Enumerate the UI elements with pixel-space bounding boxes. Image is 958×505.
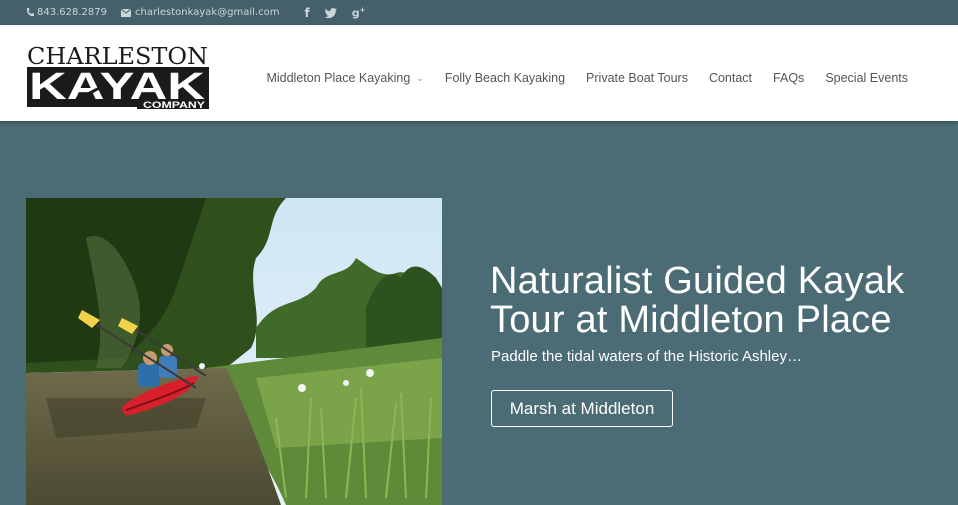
google-plus-icon[interactable]: g+: [352, 6, 366, 20]
nav-label: Contact: [708, 71, 753, 85]
nav-label: Middleton Place Kayaking: [266, 71, 411, 85]
kayak-photo: [26, 198, 442, 505]
hero-subtitle: Paddle the tidal waters of the Historic …: [491, 348, 802, 365]
site-logo[interactable]: CHARLESTON KAYAK COMPANY: [27, 41, 211, 111]
nav-middleton-place-kayaking[interactable]: Middleton Place Kayaking ⌄: [266, 71, 423, 85]
chevron-down-icon: ⌄: [416, 72, 424, 83]
hero-title-line-1: Naturalist Guided Kayak: [490, 260, 905, 302]
nav-label: Folly Beach Kayaking: [444, 71, 566, 85]
marsh-at-middleton-button[interactable]: Marsh at Middleton: [491, 390, 673, 427]
hero-title: Naturalist Guided Kayak Tour at Middleto…: [490, 262, 930, 340]
envelope-icon: [120, 8, 131, 17]
nav-contact[interactable]: Contact: [709, 71, 752, 85]
nav-folly-beach-kayaking[interactable]: Folly Beach Kayaking: [445, 71, 565, 85]
twitter-icon[interactable]: [324, 7, 337, 18]
main-nav: Middleton Place Kayaking ⌄ Folly Beach K…: [245, 25, 908, 85]
hero-title-line-2: Tour at Middleton Place: [490, 299, 892, 341]
nav-label: Private Boat Tours: [586, 71, 688, 85]
social-links: f g+: [289, 6, 365, 20]
phone-contact[interactable]: 843.628.2879: [26, 7, 107, 18]
phone-icon: [26, 8, 34, 17]
nav-label: FAQs: [773, 71, 805, 85]
nav-label: Special Events: [825, 71, 908, 85]
email-address: charlestonkayak@gmail.com: [134, 7, 280, 18]
site-header: CHARLESTON KAYAK COMPANY Middleton Place…: [0, 25, 958, 121]
nav-faqs[interactable]: FAQs: [773, 71, 804, 85]
facebook-icon[interactable]: f: [304, 6, 309, 20]
nav-special-events[interactable]: Special Events: [825, 71, 908, 85]
email-contact[interactable]: charlestonkayak@gmail.com: [120, 7, 280, 18]
top-info-bar: 843.628.2879 charlestonkayak@gmail.com f…: [0, 0, 958, 25]
phone-number: 843.628.2879: [37, 7, 107, 18]
logo-line-3: COMPANY: [143, 100, 205, 110]
nav-private-boat-tours[interactable]: Private Boat Tours: [586, 71, 688, 85]
